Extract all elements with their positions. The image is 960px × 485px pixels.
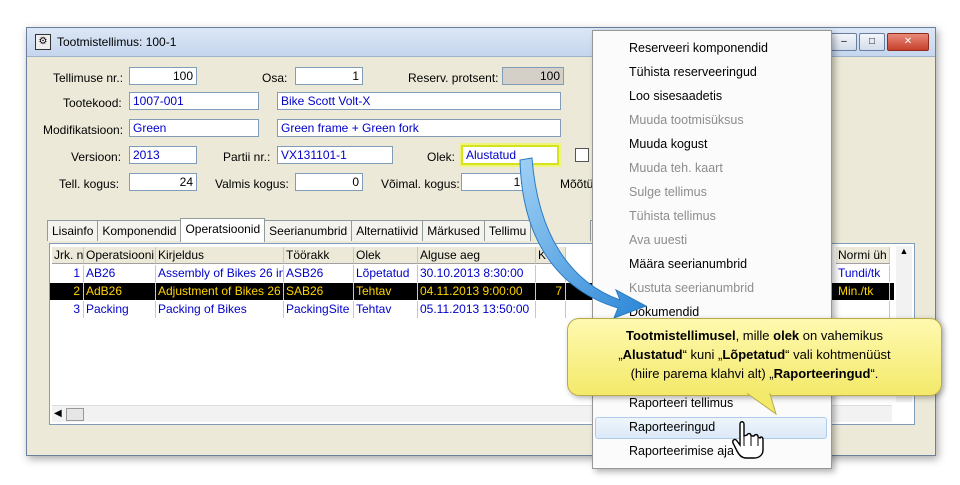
- curved-arrow-icon: [519, 157, 648, 319]
- hand-cursor-icon: [732, 421, 764, 459]
- callout-text: (hiire parema klahvi alt) „: [630, 366, 774, 381]
- callout-text: Raporteeringud: [773, 366, 871, 381]
- callout-text: Lõpetatud: [722, 347, 786, 362]
- callout-text: , mille: [735, 328, 774, 343]
- instruction-callout: Tootmistellimusel, mille olek on vahemik…: [567, 318, 942, 396]
- callout-text: Tootmistellimusel: [626, 328, 736, 343]
- callout-text: Alustatud: [622, 347, 683, 362]
- callout-text: “ vali kohtmenüüst: [785, 347, 891, 362]
- callout-text: on vahemikus: [799, 328, 883, 343]
- callout-text: “ kuni „: [682, 347, 723, 362]
- callout-text: “.: [870, 366, 879, 381]
- callout-text: olek: [773, 328, 800, 343]
